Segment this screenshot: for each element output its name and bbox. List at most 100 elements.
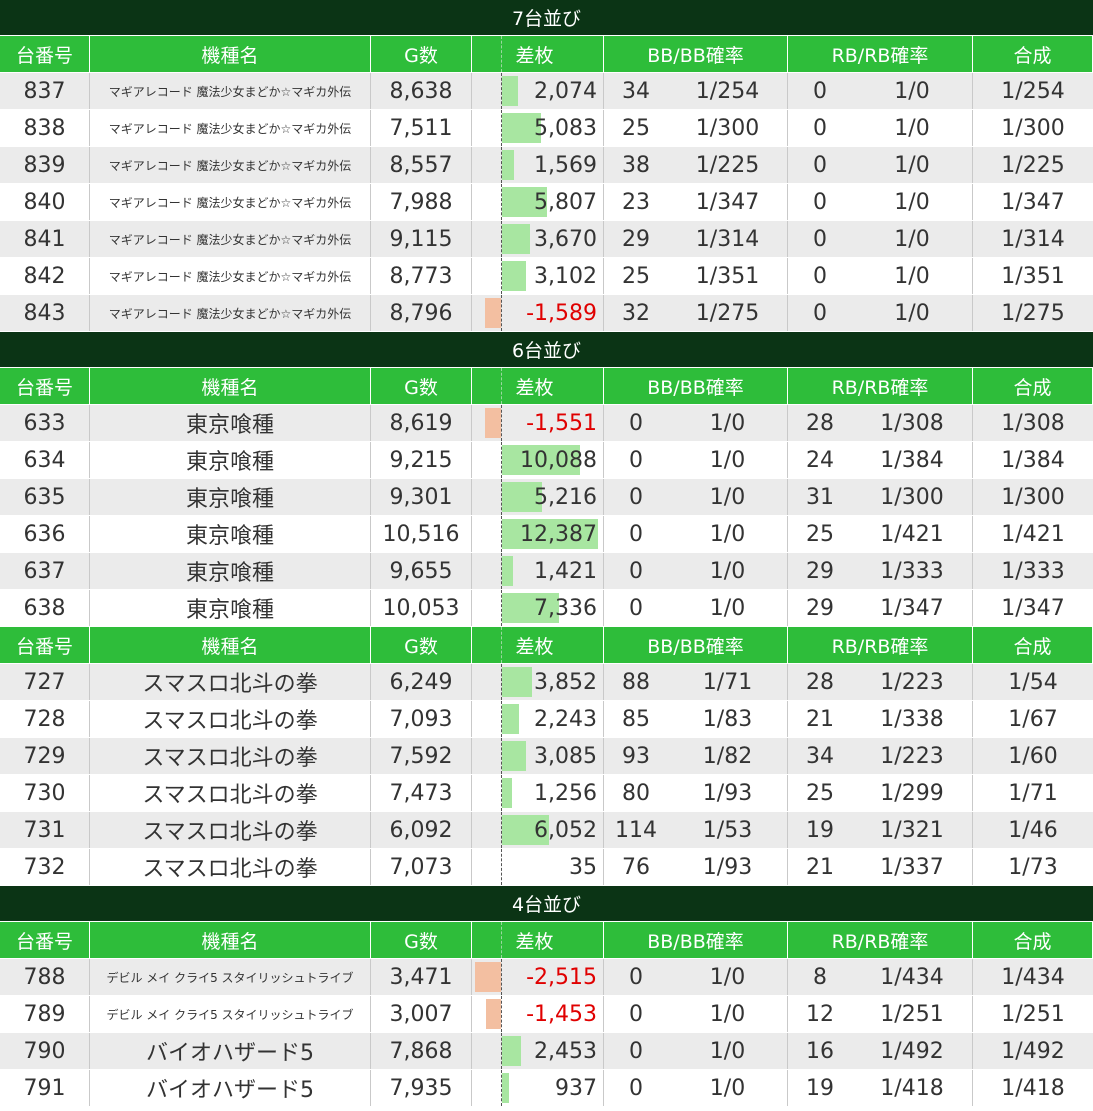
total-rate: 1/300 [1001, 484, 1065, 510]
table-row: 728 スマスロ北斗の拳 7,093 2,243 85 1/83 21 1/338 1/67 [0, 701, 1093, 738]
bb-rate: 1/93 [668, 775, 788, 811]
header-rb: RB/RB確率 [788, 627, 973, 663]
total-rate: 1/60 [1008, 743, 1058, 769]
header-diff: 差枚 [472, 36, 604, 72]
diff-bar [502, 556, 513, 586]
model-name: 東京喰種 [90, 442, 371, 478]
table-row: 729 スマスロ北斗の拳 7,592 3,085 93 1/82 34 1/223 1/60 [0, 738, 1093, 775]
rb-count: 12 [806, 1001, 834, 1027]
rb-count: 19 [806, 817, 834, 843]
diff-value: 3,102 [534, 263, 597, 289]
diff-cell: 5,807 [472, 184, 604, 220]
rb-rate: 1/0 [852, 184, 973, 220]
bb-count: 25 [622, 115, 650, 141]
total-rate: 1/300 [1001, 115, 1065, 141]
bb-count: 0 [629, 1038, 643, 1064]
rb-rate: 1/251 [852, 996, 973, 1032]
model-name: バイオハザード5 [90, 1070, 371, 1106]
model-name: 東京喰種 [90, 516, 371, 552]
rb-count: 0 [813, 152, 827, 178]
header-rb: RB/RB確率 [788, 368, 973, 404]
table-row: 636 東京喰種 10,516 12,387 0 1/0 25 1/421 1/421 [0, 516, 1093, 553]
model-name: マギアレコード 魔法少女まどか☆マギカ外伝 [90, 147, 371, 183]
bb-count: 0 [629, 964, 643, 990]
bb-count: 114 [615, 817, 657, 843]
table-row: 791 バイオハザード5 7,935 937 0 1/0 19 1/418 1/418 [0, 1070, 1093, 1107]
model-name: マギアレコード 魔法少女まどか☆マギカ外伝 [90, 110, 371, 146]
model-name: スマスロ北斗の拳 [90, 664, 371, 700]
diff-cell: 3,085 [472, 738, 604, 774]
rb-rate: 1/434 [852, 959, 973, 995]
model-name: マギアレコード 魔法少女まどか☆マギカ外伝 [90, 221, 371, 257]
model-name: デビル メイ クライ5 スタイリッシュトライブ [90, 959, 371, 995]
section-title: 6台並び [0, 332, 1093, 368]
diff-value: 3,852 [534, 669, 597, 695]
diff-cell: 3,670 [472, 221, 604, 257]
total-rate: 1/421 [1001, 521, 1065, 547]
rb-count: 0 [813, 226, 827, 252]
bb-count: 80 [622, 780, 650, 806]
model-name: デビル メイ クライ5 スタイリッシュトライブ [90, 996, 371, 1032]
unit-number: 634 [0, 442, 90, 478]
model-name: 東京喰種 [90, 590, 371, 626]
rb-rate: 1/308 [852, 405, 973, 441]
unit-number: 635 [0, 479, 90, 515]
game-count: 10,516 [371, 516, 472, 552]
bb-count: 32 [622, 300, 650, 326]
table-row: 842 マギアレコード 魔法少女まどか☆マギカ外伝 8,773 3,102 25 1/35… [0, 258, 1093, 295]
rb-rate: 1/347 [852, 590, 973, 626]
total-rate: 1/492 [1001, 1038, 1065, 1064]
unit-number: 837 [0, 73, 90, 109]
bb-rate: 1/225 [668, 147, 788, 183]
bb-count: 85 [622, 706, 650, 732]
bb-rate: 1/347 [668, 184, 788, 220]
header-row: 台番号 機種名 G数 差枚 BB/BB確率 RB/RB確率 合成 [0, 922, 1093, 959]
rb-rate: 1/418 [852, 1070, 973, 1106]
unit-number: 633 [0, 405, 90, 441]
bb-rate: 1/300 [668, 110, 788, 146]
slot-data-sheet: 7台並び 台番号 機種名 G数 差枚 BB/BB確率 RB/RB確率 合成 837 マギアレコード… [0, 0, 1093, 1107]
table-row: 843 マギアレコード 魔法少女まどか☆マギカ外伝 8,796 -1,589 32 1/2… [0, 295, 1093, 332]
total-rate: 1/46 [1008, 817, 1058, 843]
game-count: 8,619 [371, 405, 472, 441]
bb-rate: 1/83 [668, 701, 788, 737]
game-count: 7,988 [371, 184, 472, 220]
game-count: 7,592 [371, 738, 472, 774]
game-count: 8,796 [371, 295, 472, 331]
header-unit: 台番号 [0, 627, 90, 663]
diff-value: 6,052 [534, 817, 597, 843]
bb-rate: 1/254 [668, 73, 788, 109]
unit-number: 730 [0, 775, 90, 811]
unit-number: 731 [0, 812, 90, 848]
model-name: スマスロ北斗の拳 [90, 738, 371, 774]
rb-count: 28 [806, 410, 834, 436]
diff-cell: 1,421 [472, 553, 604, 589]
diff-cell: 7,336 [472, 590, 604, 626]
diff-cell: 1,569 [472, 147, 604, 183]
total-rate: 1/351 [1001, 263, 1065, 289]
section-3: 4台並び 台番号 機種名 G数 差枚 BB/BB確率 RB/RB確率 合成 788 デビル メイ … [0, 886, 1093, 1107]
bb-count: 88 [622, 669, 650, 695]
header-games: G数 [371, 368, 472, 404]
diff-value: 5,083 [534, 115, 597, 141]
total-rate: 1/225 [1001, 152, 1065, 178]
rb-rate: 1/337 [852, 849, 973, 885]
unit-number: 728 [0, 701, 90, 737]
table-row: 637 東京喰種 9,655 1,421 0 1/0 29 1/333 1/333 [0, 553, 1093, 590]
unit-number: 636 [0, 516, 90, 552]
model-name: マギアレコード 魔法少女まどか☆マギカ外伝 [90, 258, 371, 294]
bb-count: 23 [622, 189, 650, 215]
diff-cell: 2,074 [472, 73, 604, 109]
header-diff: 差枚 [472, 368, 604, 404]
diff-value: -1,589 [526, 300, 597, 326]
table-row: 838 マギアレコード 魔法少女まどか☆マギカ外伝 7,511 5,083 25 1/30… [0, 110, 1093, 147]
header-unit: 台番号 [0, 368, 90, 404]
bb-count: 0 [629, 521, 643, 547]
diff-bar [486, 999, 501, 1029]
diff-value: 3,085 [534, 743, 597, 769]
rb-count: 19 [806, 1075, 834, 1101]
rb-rate: 1/0 [852, 110, 973, 146]
game-count: 9,301 [371, 479, 472, 515]
game-count: 7,073 [371, 849, 472, 885]
game-count: 8,638 [371, 73, 472, 109]
